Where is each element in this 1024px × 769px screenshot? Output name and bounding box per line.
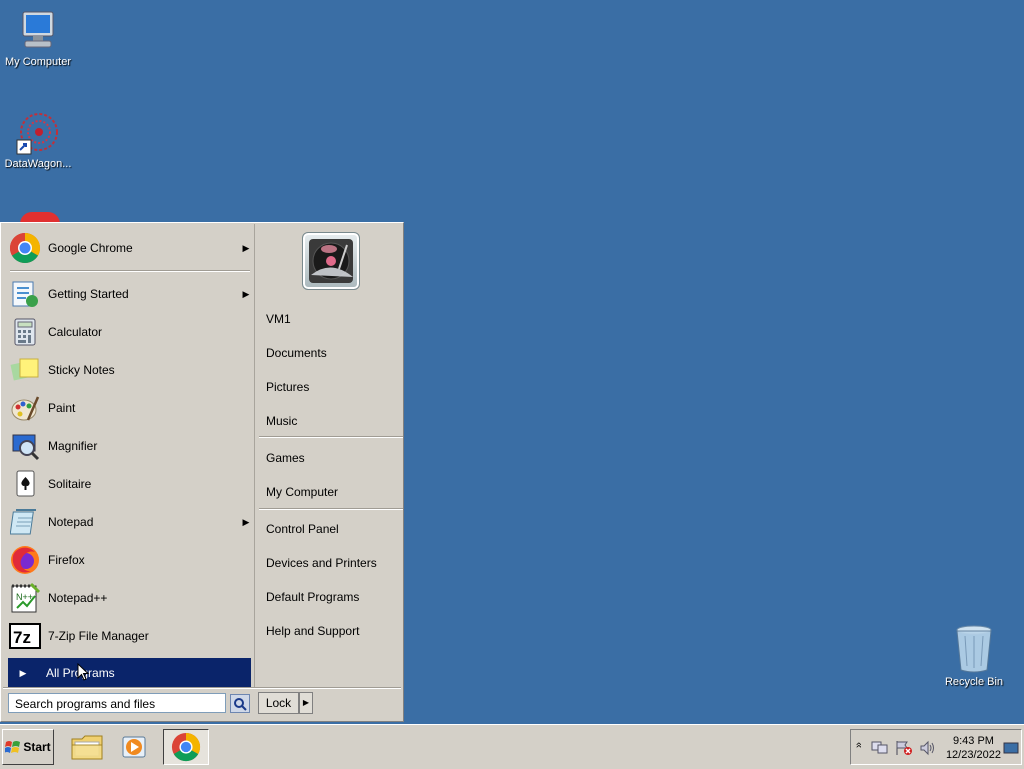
- magnifier-icon: [8, 429, 42, 463]
- user-avatar[interactable]: [302, 232, 360, 290]
- start-item-label: Paint: [48, 401, 76, 415]
- place-item-pictures[interactable]: Pictures: [266, 380, 309, 394]
- start-menu-programs-pane: Google Chrome ▶ Getting Started ▶ Calcul…: [2, 224, 255, 688]
- start-item-label: Solitaire: [48, 477, 92, 491]
- firefox-icon: [8, 543, 42, 577]
- desktop-icon-label: My Computer: [4, 56, 72, 68]
- windows-logo-icon: [5, 741, 21, 753]
- start-item-firefox[interactable]: Firefox: [8, 542, 252, 578]
- start-item-notepad[interactable]: Notepad ▶: [8, 504, 252, 540]
- turntable-icon: [309, 239, 353, 283]
- desktop-icon-my-computer[interactable]: My Computer: [0, 10, 76, 68]
- search-icon: [234, 697, 247, 711]
- desktop-icon-label: DataWagon...: [4, 158, 72, 170]
- pinned-separator: [10, 270, 250, 272]
- getting-started-icon: [8, 277, 42, 311]
- search-button[interactable]: [230, 694, 250, 713]
- taskbar-media-player-button[interactable]: [112, 729, 158, 765]
- action-center-flag-icon[interactable]: [895, 740, 913, 756]
- lock-options-arrow-icon[interactable]: ▶: [299, 692, 313, 714]
- place-item-my-computer[interactable]: My Computer: [266, 485, 338, 499]
- datawagon-icon: [16, 113, 58, 155]
- start-item-label: Firefox: [48, 553, 85, 567]
- 7zip-icon: 7z: [8, 619, 42, 653]
- lock-button[interactable]: Lock: [258, 692, 299, 714]
- start-item-label: Getting Started: [48, 287, 129, 301]
- start-item-google-chrome[interactable]: Google Chrome ▶: [8, 230, 252, 266]
- start-item-calculator[interactable]: Calculator: [8, 314, 252, 350]
- volume-icon[interactable]: [919, 740, 937, 756]
- clock-time: 9:43 PM: [952, 735, 994, 747]
- desktop-icon-datawagon[interactable]: DataWagon...: [0, 112, 76, 170]
- svg-text:7z: 7z: [13, 628, 31, 647]
- start-button-label: Start: [23, 740, 51, 754]
- calculator-icon: [8, 315, 42, 349]
- place-item-devices-printers[interactable]: Devices and Printers: [266, 556, 377, 570]
- notepadpp-icon: N++: [8, 581, 42, 615]
- search-input[interactable]: Search programs and files: [8, 693, 226, 713]
- taskbar-explorer-button[interactable]: [64, 729, 110, 765]
- folder-icon: [71, 735, 103, 760]
- desktop-icon-recycle-bin[interactable]: Recycle Bin: [936, 624, 1012, 688]
- sticky-notes-icon: [8, 353, 42, 387]
- place-item-default-programs[interactable]: Default Programs: [266, 590, 359, 604]
- submenu-arrow-icon: ▶: [242, 516, 250, 527]
- chrome-icon: [8, 231, 42, 265]
- start-menu: Google Chrome ▶ Getting Started ▶ Calcul…: [0, 222, 404, 722]
- desktop-icon-label: Recycle Bin: [944, 676, 1004, 688]
- places-separator: [259, 436, 403, 438]
- start-item-label: Sticky Notes: [48, 363, 115, 377]
- place-item-games[interactable]: Games: [266, 451, 305, 465]
- all-programs-button[interactable]: ▶ All Programs: [8, 658, 251, 688]
- start-item-solitaire[interactable]: Solitaire: [8, 466, 252, 502]
- place-item-music[interactable]: Music: [266, 414, 297, 428]
- start-item-sticky-notes[interactable]: Sticky Notes: [8, 352, 252, 388]
- start-menu-bottom-bar: Search programs and files Lock ▶: [2, 689, 402, 721]
- recycle-bin-icon: [956, 625, 992, 673]
- start-item-paint[interactable]: Paint: [8, 390, 252, 426]
- show-desktop-icon[interactable]: [1003, 742, 1019, 754]
- start-item-getting-started[interactable]: Getting Started ▶: [8, 276, 252, 312]
- notepad-icon: [8, 505, 42, 539]
- submenu-arrow-icon: ▶: [242, 242, 250, 253]
- paint-icon: [8, 391, 42, 425]
- start-item-7zip[interactable]: 7z 7-Zip File Manager: [8, 618, 252, 654]
- network-icon[interactable]: [871, 740, 889, 756]
- start-item-label: Notepad++: [48, 591, 108, 605]
- submenu-arrow-icon: ▶: [242, 288, 250, 299]
- place-item-documents[interactable]: Documents: [266, 346, 327, 360]
- place-item-vm1[interactable]: VM1: [266, 312, 291, 326]
- start-item-label: Google Chrome: [48, 241, 133, 255]
- clock-date: 12/23/2022: [945, 749, 1001, 761]
- place-item-control-panel[interactable]: Control Panel: [266, 522, 339, 536]
- start-item-magnifier[interactable]: Magnifier: [8, 428, 252, 464]
- place-item-help-support[interactable]: Help and Support: [266, 624, 359, 638]
- start-button[interactable]: Start: [2, 729, 54, 765]
- start-item-label: Calculator: [48, 325, 103, 339]
- start-item-label: 7-Zip File Manager: [48, 629, 149, 643]
- taskbar-clock[interactable]: 9:43 PM 12/23/2022: [946, 734, 1001, 762]
- all-programs-arrow-icon: ▶: [19, 667, 27, 678]
- start-menu-places-pane: VM1 Documents Pictures Music Games My Co…: [256, 224, 403, 687]
- places-separator: [259, 508, 403, 510]
- system-tray: » 9:43 PM 12/23/2022: [850, 729, 1022, 765]
- start-item-label: Notepad: [48, 515, 94, 529]
- start-item-label: Magnifier: [48, 439, 98, 453]
- tray-expand-icon[interactable]: »: [853, 742, 865, 748]
- mouse-cursor-icon: [77, 663, 89, 681]
- my-computer-icon: [22, 11, 54, 48]
- chrome-icon: [171, 732, 201, 762]
- start-item-notepadpp[interactable]: N++ Notepad++: [8, 580, 252, 616]
- taskbar: Start » 9:43 PM 12/23/2022: [0, 724, 1024, 769]
- solitaire-icon: [8, 467, 42, 501]
- media-player-icon: [122, 736, 146, 758]
- taskbar-chrome-button[interactable]: [163, 729, 209, 765]
